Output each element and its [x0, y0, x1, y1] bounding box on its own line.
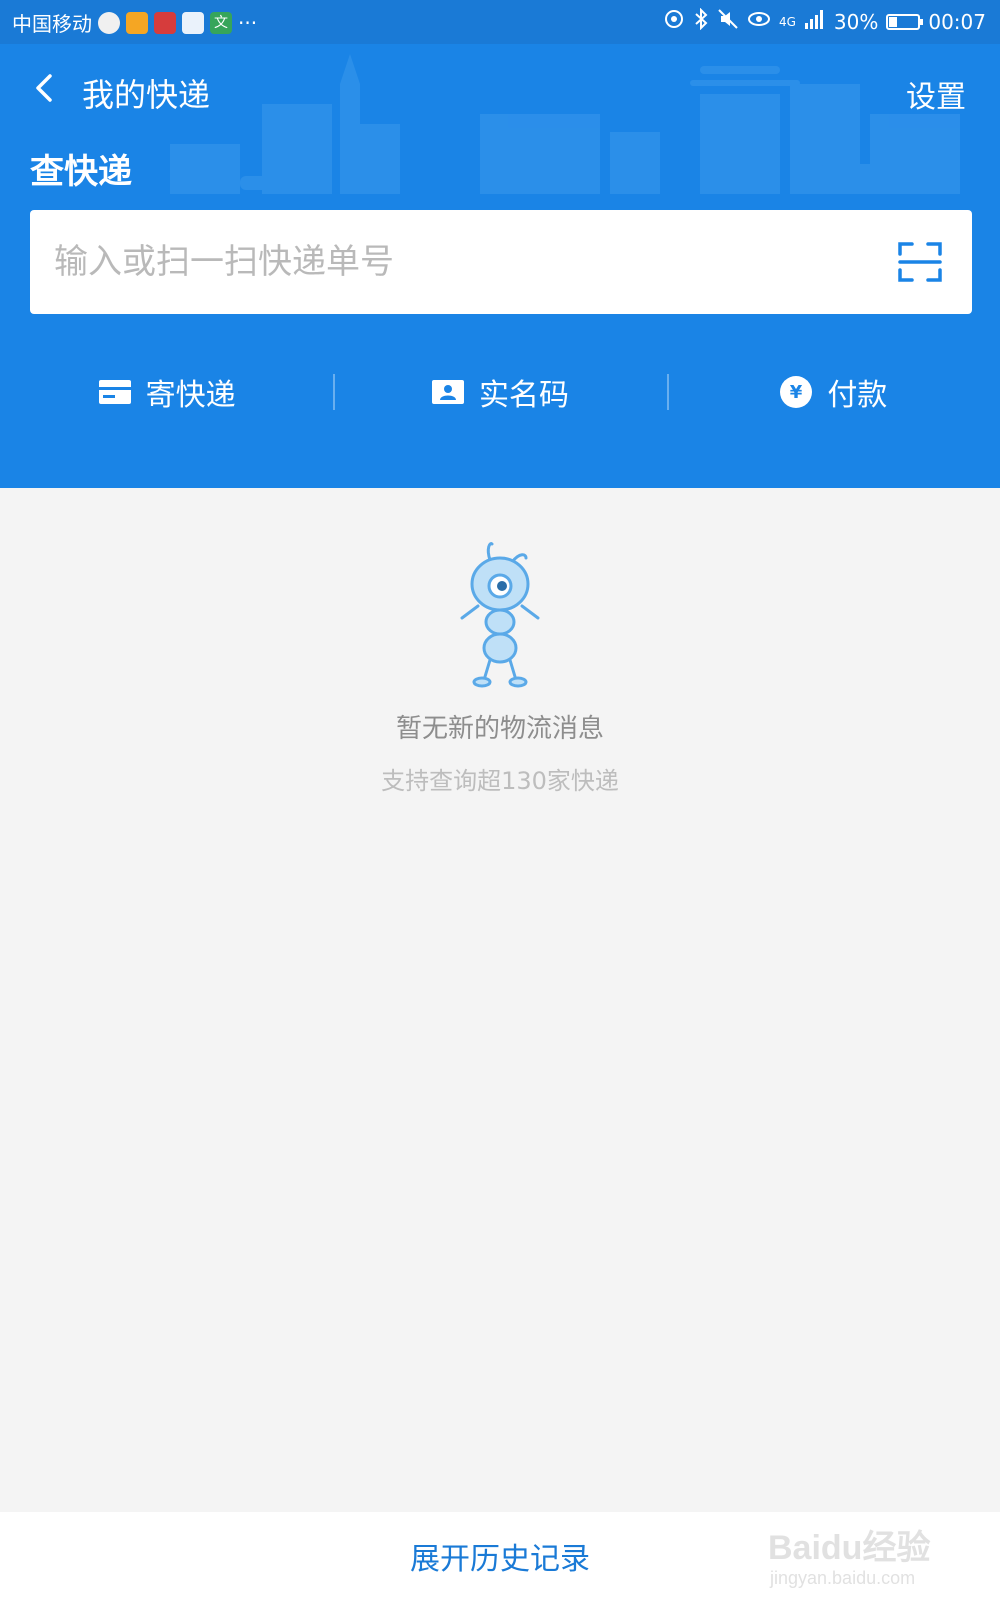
bluetooth-icon — [693, 7, 709, 35]
send-express-label: 寄快递 — [145, 378, 236, 413]
scan-frame-icon — [898, 242, 942, 282]
tracking-search-box — [30, 210, 972, 314]
ant-mascot-illustration — [460, 542, 540, 688]
watermark-logo: Baidu经验 — [768, 1529, 931, 1567]
payment-label: 付款 — [827, 378, 888, 413]
watermark-url: jingyan.baidu.com — [770, 1568, 916, 1588]
footer-bar: 展开历史记录 Baidu经验 jingyan.baidu.com — [0, 1512, 1000, 1600]
empty-state-title: 暂无新的物流消息 — [395, 714, 604, 744]
clock: 00:07 — [928, 9, 986, 34]
status-bar: 中国移动 文 ··· 4G 30% 00:07 — [0, 0, 1000, 44]
quick-actions: 寄快递 实名码 ¥ 付款 — [0, 360, 1000, 424]
nfc-icon — [663, 8, 685, 35]
tracking-number-input[interactable] — [54, 230, 854, 294]
page-title: 我的快递 — [82, 76, 211, 114]
query-section-title: 查快递 — [30, 152, 132, 192]
back-button[interactable] — [26, 68, 66, 108]
mute-icon — [717, 8, 739, 35]
chevron-left-icon — [36, 74, 52, 102]
real-name-code-button[interactable]: 实名码 — [333, 360, 666, 424]
wen-app-icon: 文 — [210, 11, 232, 34]
status-bar-right: 4G 30% 00:07 — [663, 7, 986, 35]
send-express-button[interactable]: 寄快递 — [0, 360, 333, 424]
header-panel: 我的快递 设置 查快递 寄快递 实名码 ¥ 付款 — [0, 44, 1000, 488]
signal-icon — [804, 9, 826, 34]
battery-level — [889, 16, 898, 27]
yuan-coin-icon: ¥ — [780, 376, 813, 408]
navigation-bar: 我的快递 设置 — [0, 64, 1000, 116]
svg-text:¥: ¥ — [790, 382, 803, 403]
weibo-icon — [126, 11, 148, 34]
network-type: 4G — [778, 14, 796, 29]
status-bar-left: 中国移动 文 ··· — [12, 8, 257, 37]
empty-state: 暂无新的物流消息 支持查询超130家快递 — [0, 540, 1000, 796]
scan-button[interactable] — [896, 238, 944, 286]
payment-button[interactable]: ¥ 付款 — [666, 360, 1000, 424]
card-icon — [98, 380, 131, 404]
battery-percent: 30% — [833, 9, 879, 34]
more-notifications-icon: ··· — [238, 10, 258, 35]
carrier-name: 中国移动 — [12, 12, 92, 36]
settings-button[interactable]: 设置 — [906, 72, 966, 116]
eye-comfort-icon — [747, 8, 771, 35]
baidu-jingyan-watermark: Baidu经验 jingyan.baidu.com — [768, 1512, 948, 1598]
weibo-icon — [98, 11, 120, 34]
empty-state-subtitle: 支持查询超130家快递 — [381, 767, 619, 795]
battery-icon — [886, 13, 924, 30]
red-app-icon — [154, 11, 176, 34]
id-badge-icon — [431, 380, 464, 404]
video-app-icon — [182, 11, 204, 34]
real-name-code-label: 实名码 — [478, 378, 569, 413]
